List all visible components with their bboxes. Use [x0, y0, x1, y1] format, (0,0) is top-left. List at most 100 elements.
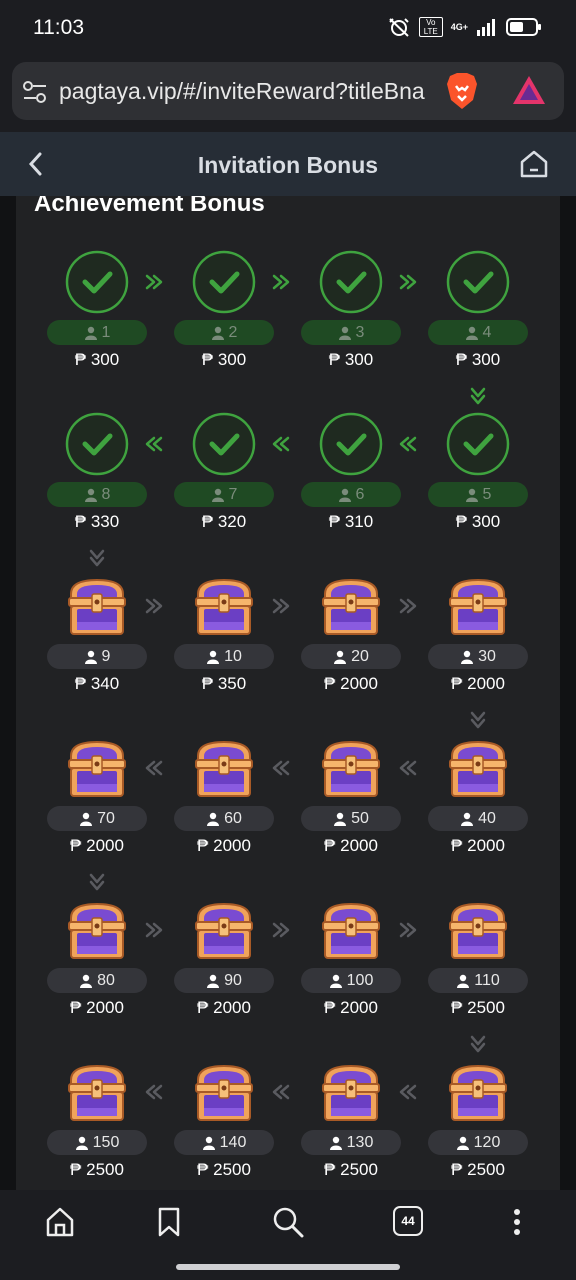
tab-switcher-button[interactable]: 44 [393, 1206, 423, 1236]
home-nav-icon[interactable] [45, 1206, 75, 1238]
chevron-left-icon [272, 1084, 290, 1100]
achievement-item[interactable]: 1 ₱ 300 [47, 250, 147, 369]
person-icon [334, 650, 347, 664]
invite-count: 10 [224, 647, 242, 665]
chevron-down-icon [470, 711, 486, 729]
search-icon[interactable] [272, 1206, 304, 1238]
achievement-item[interactable]: 6 ₱ 310 [301, 412, 401, 531]
achievement-item[interactable]: 100 ₱ 2000 [301, 898, 401, 1017]
achievement-item[interactable]: 3 ₱ 300 [301, 250, 401, 369]
reward-amount: ₱ 300 [74, 350, 120, 369]
status-time: 11:03 [33, 16, 84, 39]
reward-chest [192, 1060, 256, 1124]
achievement-item[interactable]: 30 ₱ 2000 [428, 574, 528, 693]
bookmark-icon[interactable] [157, 1206, 181, 1238]
invite-count: 110 [474, 971, 500, 989]
treasure-chest-icon [68, 902, 126, 959]
achievement-item[interactable]: 8 ₱ 330 [47, 412, 147, 531]
reward-chest [65, 1060, 129, 1124]
achievement-item[interactable]: 9 ₱ 340 [47, 574, 147, 693]
achievement-item[interactable]: 20 ₱ 2000 [301, 574, 401, 693]
achievement-item[interactable]: 90 ₱ 2000 [174, 898, 274, 1017]
reward-chest [65, 574, 129, 638]
person-icon [80, 812, 93, 826]
reward-amount: ₱ 2500 [324, 1160, 378, 1179]
chevron-right-icon [272, 598, 290, 614]
treasure-chest-icon [322, 902, 380, 959]
reward-amount: ₱ 300 [455, 350, 501, 369]
reward-amount: ₱ 300 [201, 350, 247, 369]
person-icon [84, 650, 97, 664]
person-icon [456, 1136, 469, 1150]
check-circle-icon [192, 250, 256, 314]
reward-amount: ₱ 2500 [451, 1160, 505, 1179]
invite-count: 7 [228, 485, 238, 503]
invite-count: 6 [355, 485, 365, 503]
chevron-left-icon [145, 760, 163, 776]
achievement-item[interactable]: 120 ₱ 2500 [428, 1060, 528, 1179]
achievement-item[interactable]: 4 ₱ 300 [428, 250, 528, 369]
check-circle-icon [192, 412, 256, 476]
invite-count: 8 [101, 485, 111, 503]
site-settings-icon[interactable] [22, 79, 48, 105]
reward-amount: ₱ 2500 [197, 1160, 251, 1179]
chevron-down-icon [470, 1035, 486, 1053]
invite-count: 150 [92, 1133, 120, 1151]
chevron-down-icon [89, 549, 105, 567]
tab-count: 44 [401, 1214, 415, 1228]
achievement-item[interactable]: 10 ₱ 350 [174, 574, 274, 693]
page-title: Invitation Bonus [197, 152, 379, 178]
section-title: Achievement Bonus [34, 196, 265, 217]
achievement-item[interactable]: 40 ₱ 2000 [428, 736, 528, 855]
achievement-item[interactable]: 130 ₱ 2500 [301, 1060, 401, 1179]
completed-badge [319, 412, 383, 476]
treasure-chest-icon [195, 1064, 253, 1121]
reward-amount: ₱ 2000 [324, 674, 378, 693]
achievement-item[interactable]: 2 ₱ 300 [174, 250, 274, 369]
invite-count-pill: 30 [428, 644, 528, 669]
reward-amount: ₱ 2000 [70, 998, 124, 1017]
achievement-item[interactable]: 110 ₱ 2500 [428, 898, 528, 1017]
reward-amount: ₱ 2500 [451, 998, 505, 1017]
invite-count-pill: 6 [301, 482, 401, 507]
achievement-item[interactable]: 80 ₱ 2000 [47, 898, 147, 1017]
chevron-right-icon [399, 922, 417, 938]
invite-count-pill: 3 [301, 320, 401, 345]
chevron-right-icon [145, 598, 163, 614]
achievement-item[interactable]: 140 ₱ 2500 [174, 1060, 274, 1179]
achievement-item[interactable]: 5 ₱ 300 [428, 412, 528, 531]
volte-badge: Vo LTE [418, 17, 443, 37]
invite-count-pill: 100 [301, 968, 401, 993]
person-icon [329, 974, 342, 988]
achievement-item[interactable]: 50 ₱ 2000 [301, 736, 401, 855]
brave-shields-icon[interactable] [445, 72, 479, 110]
more-menu-icon[interactable] [510, 1206, 524, 1238]
achievement-item[interactable]: 60 ₱ 2000 [174, 736, 274, 855]
invite-count: 90 [224, 971, 242, 989]
achievement-item[interactable]: 150 ₱ 2500 [47, 1060, 147, 1179]
invite-count: 40 [478, 809, 496, 827]
url-text[interactable]: pagtaya.vip/#/inviteReward?titleBna [59, 78, 439, 105]
reward-amount: ₱ 300 [455, 512, 501, 531]
chevron-right-icon [145, 274, 163, 290]
reward-amount: ₱ 2000 [324, 998, 378, 1017]
reward-amount: ₱ 310 [328, 512, 374, 531]
address-bar[interactable]: pagtaya.vip/#/inviteReward?titleBna [12, 62, 564, 120]
invite-count-pill: 70 [47, 806, 147, 831]
achievement-item[interactable]: 7 ₱ 320 [174, 412, 274, 531]
invite-count: 3 [355, 323, 365, 341]
home-icon[interactable] [518, 148, 550, 180]
completed-badge [446, 412, 510, 476]
achievement-item[interactable]: 70 ₱ 2000 [47, 736, 147, 855]
person-icon [465, 488, 478, 502]
treasure-chest-icon [449, 578, 507, 635]
browser-toolbar: pagtaya.vip/#/inviteReward?titleBna [0, 58, 576, 132]
completed-badge [65, 250, 129, 314]
person-icon [338, 326, 351, 340]
invite-count-pill: 2 [174, 320, 274, 345]
brave-rewards-icon[interactable] [512, 75, 546, 105]
reward-chest [319, 1060, 383, 1124]
reward-amount: ₱ 300 [328, 350, 374, 369]
treasure-chest-icon [322, 578, 380, 635]
invite-count-pill: 80 [47, 968, 147, 993]
